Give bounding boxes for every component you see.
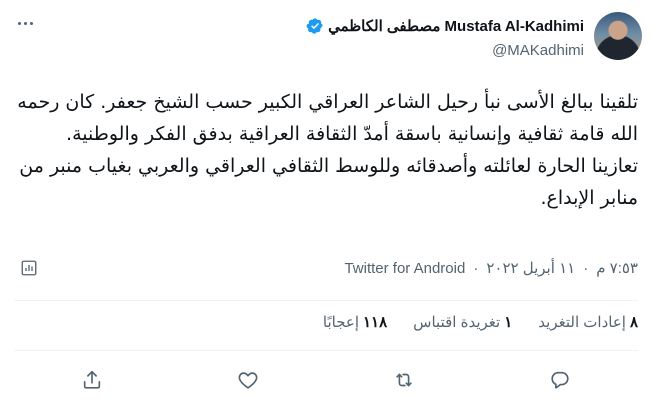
retweets-label: إعادات التغريد xyxy=(538,314,626,331)
more-icon[interactable] xyxy=(16,14,34,32)
likes-count: ١١٨ xyxy=(363,314,388,331)
share-icon xyxy=(83,370,101,389)
tweet-source[interactable]: Twitter for Android xyxy=(344,260,465,277)
author-handle[interactable]: @MAKadhimi xyxy=(492,42,584,59)
retweet-button[interactable] xyxy=(387,363,421,397)
likes-label: إعجابًا xyxy=(322,314,359,331)
tweet-paragraph-2: تعازينا الحارة لعائلته وأصدقائه وللوسط ا… xyxy=(19,155,638,209)
tweet-meta: ٧:٥٣ م · ١١ أبريل ٢٠٢٢ · Twitter for And… xyxy=(0,255,638,281)
meta-separator: · xyxy=(583,259,589,277)
tweet-text: تلقينا ببالغ الأسى نبأ رحيل الشاعر العرا… xyxy=(14,86,638,214)
tweet-date[interactable]: ١١ أبريل ٢٠٢٢ xyxy=(486,259,575,277)
tweet-paragraph-1: تلقينا ببالغ الأسى نبأ رحيل الشاعر العرا… xyxy=(17,91,638,145)
avatar[interactable] xyxy=(594,12,642,60)
likes-stat[interactable]: ١١٨ إعجابًا xyxy=(323,313,387,331)
tweet-actions xyxy=(14,360,638,400)
reply-button[interactable] xyxy=(543,363,577,397)
quotes-stat[interactable]: ١ تغريدة اقتباس xyxy=(413,313,512,331)
author-display-name[interactable]: Mustafa Al-Kadhimi مصطفى الكاظمي xyxy=(328,17,584,35)
author-name-row[interactable]: Mustafa Al-Kadhimi مصطفى الكاظمي xyxy=(306,17,584,35)
quotes-label: تغريدة اقتباس xyxy=(413,314,501,331)
tweet-time[interactable]: ٧:٥٣ م xyxy=(596,259,638,277)
divider xyxy=(14,350,638,351)
like-button[interactable] xyxy=(231,363,265,397)
meta-separator-2: · xyxy=(473,259,479,277)
verified-badge-icon xyxy=(306,17,324,35)
quotes-count: ١ xyxy=(504,314,513,331)
retweet-icon xyxy=(396,373,412,387)
retweets-count: ٨ xyxy=(629,314,638,331)
analytics-icon[interactable] xyxy=(20,259,38,277)
like-icon xyxy=(238,372,258,389)
reply-icon xyxy=(551,371,569,389)
retweets-stat[interactable]: ٨ إعادات التغريد xyxy=(538,313,638,331)
divider xyxy=(14,300,638,301)
tweet-stats: ٨ إعادات التغريد ١ تغريدة اقتباس ١١٨ إعج… xyxy=(323,313,638,331)
tweet: Mustafa Al-Kadhimi مصطفى الكاظمي @MAKadh… xyxy=(0,0,652,403)
share-button[interactable] xyxy=(75,363,109,397)
